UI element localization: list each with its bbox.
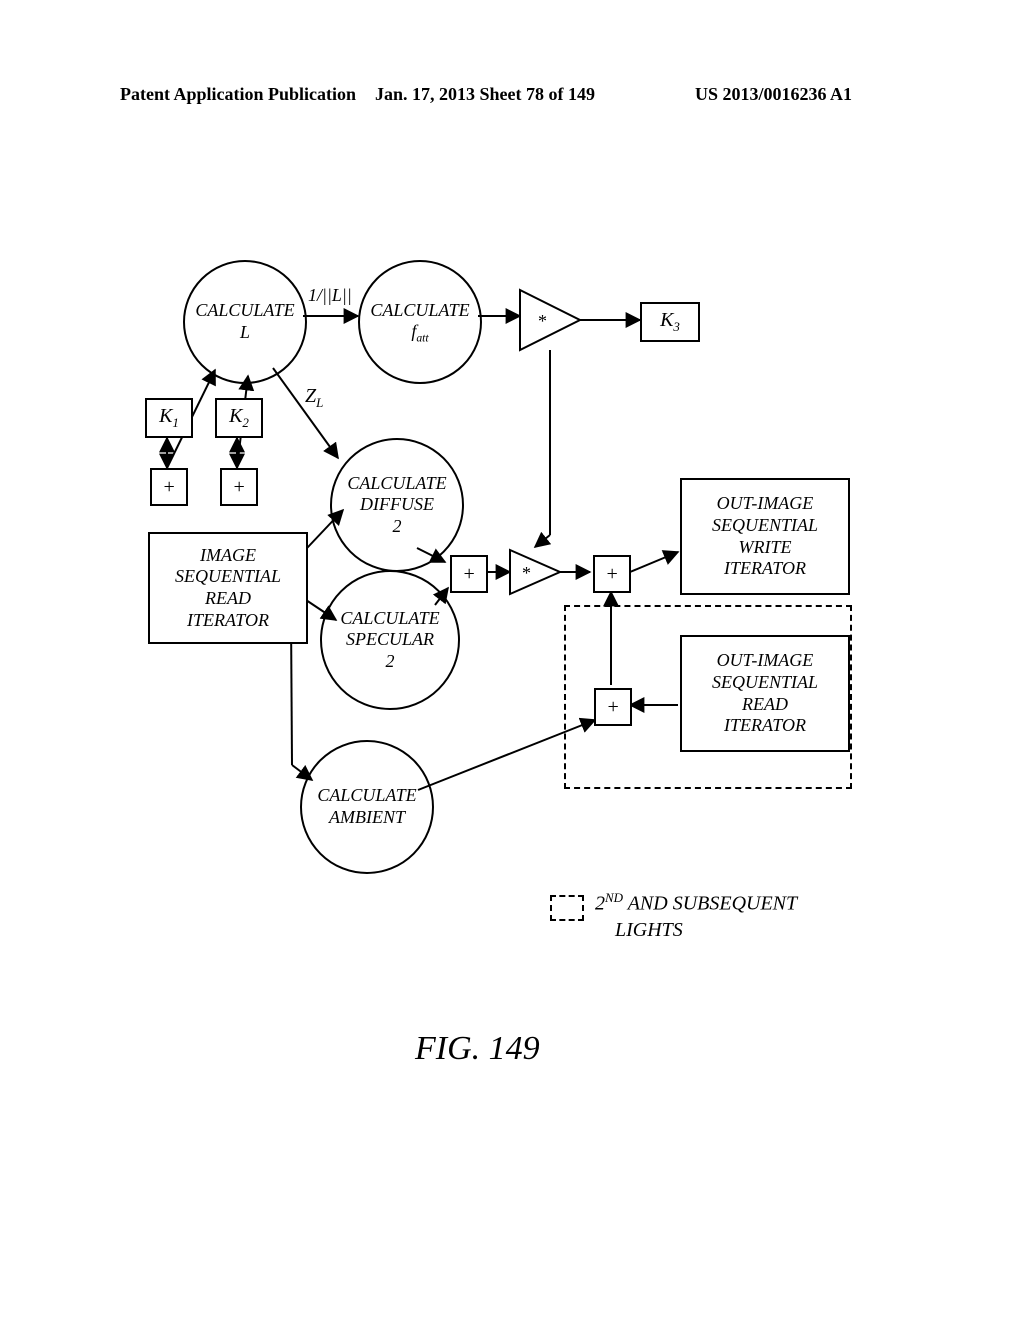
k2-letter: K xyxy=(229,405,242,427)
plus-ds-label: + xyxy=(462,563,476,586)
node-plus-k1: + xyxy=(150,468,188,506)
node-plus-out: + xyxy=(593,555,631,593)
legend-2: 2 xyxy=(595,893,605,915)
node-calculate-diffuse: CALCULATE DIFFUSE 2 xyxy=(330,438,464,572)
image-read-label: IMAGE SEQUENTIAL READ ITERATOR xyxy=(175,545,281,631)
k3-letter: K xyxy=(660,309,673,331)
plus-k2-label: + xyxy=(232,476,246,499)
node-out-write-iterator: OUT-IMAGE SEQUENTIAL WRITE ITERATOR xyxy=(680,478,850,595)
calc-l-label: CALCULATE L xyxy=(195,300,294,343)
svg-text:*: * xyxy=(522,563,531,583)
svg-text:*: * xyxy=(538,311,547,331)
k1-letter: K xyxy=(159,405,172,427)
node-image-read-iterator: IMAGE SEQUENTIAL READ ITERATOR xyxy=(148,532,308,644)
diagram-connectors: * xyxy=(0,0,1024,1320)
zl-sub: L xyxy=(316,395,323,410)
node-plus-read: + xyxy=(594,688,632,726)
plus-read-label: + xyxy=(606,696,620,719)
out-read-label: OUT-IMAGE SEQUENTIAL READ ITERATOR xyxy=(712,650,818,736)
out-write-label: OUT-IMAGE SEQUENTIAL WRITE ITERATOR xyxy=(712,493,818,579)
calc-fatt-sub: att xyxy=(416,331,428,344)
node-k2: K2 xyxy=(215,398,263,438)
legend-swatch xyxy=(550,895,584,921)
node-k3: K3 xyxy=(640,302,700,342)
calc-diffuse-label: CALCULATE DIFFUSE 2 xyxy=(347,473,446,538)
zl-pre: Z xyxy=(305,385,316,407)
node-plus-k2: + xyxy=(220,468,258,506)
node-calculate-L: CALCULATE L xyxy=(183,260,307,384)
k3-sub: 3 xyxy=(673,319,680,334)
figure-caption: FIG. 149 xyxy=(415,1030,540,1068)
k1-sub: 1 xyxy=(172,415,179,430)
k2-sub: 2 xyxy=(242,415,249,430)
diagram-figure: * xyxy=(0,0,1024,1320)
calc-spec-label: CALCULATE SPECULAR 2 xyxy=(340,608,439,673)
legend-nd: ND xyxy=(605,890,623,905)
legend-line2: LIGHTS xyxy=(615,919,683,941)
legend-rest: AND SUBSEQUENT xyxy=(628,893,797,915)
label-ZL: ZL xyxy=(305,385,323,411)
legend-text: 2ND AND SUBSEQUENT LIGHTS xyxy=(595,890,797,943)
node-plus-diff-spec: + xyxy=(450,555,488,593)
node-calculate-fatt: CALCULATE fatt xyxy=(358,260,482,384)
plus-k1-label: + xyxy=(162,476,176,499)
node-calculate-specular: CALCULATE SPECULAR 2 xyxy=(320,570,460,710)
node-calculate-ambient: CALCULATE AMBIENT xyxy=(300,740,434,874)
node-k1: K1 xyxy=(145,398,193,438)
calc-fatt-line1: CALCULATE xyxy=(370,300,469,320)
plus-out-label: + xyxy=(605,563,619,586)
node-out-read-iterator: OUT-IMAGE SEQUENTIAL READ ITERATOR xyxy=(680,635,850,752)
label-1-over-L: 1/||L|| xyxy=(308,285,352,306)
calc-amb-label: CALCULATE AMBIENT xyxy=(317,785,416,828)
